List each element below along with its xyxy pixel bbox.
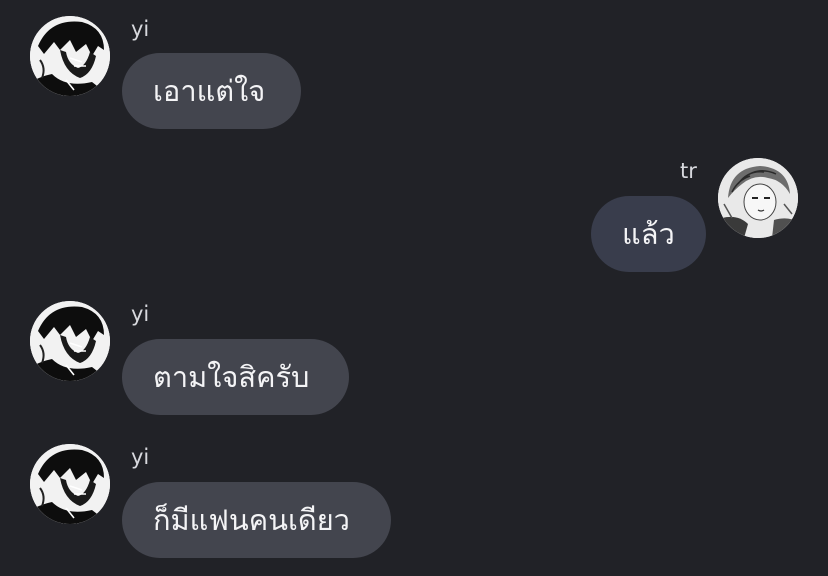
message-incoming: yi เอาแต่ใจ <box>0 0 828 140</box>
manga-avatar-icon <box>30 301 110 381</box>
message-bubble[interactable]: ก็มีแฟนคนเดียว <box>122 482 391 558</box>
sender-name: yi <box>131 302 150 326</box>
avatar[interactable] <box>30 16 110 96</box>
manga-avatar-icon <box>30 444 110 524</box>
message-bubble[interactable]: ตามใจสิครับ <box>122 339 349 415</box>
avatar[interactable] <box>30 301 110 381</box>
avatar[interactable] <box>30 444 110 524</box>
message-bubble[interactable]: เอาแต่ใจ <box>122 53 301 129</box>
manga-avatar-icon <box>30 16 110 96</box>
message-incoming: yi ตามใจสิครับ <box>0 290 828 430</box>
sender-name: yi <box>131 445 150 469</box>
message-bubble[interactable]: แล้ว <box>591 196 706 272</box>
avatar[interactable] <box>718 158 798 238</box>
message-incoming: yi ก็มีแฟนคนเดียว <box>0 430 828 576</box>
chat-thread: yi เอาแต่ใจ tr แล้ว yi ตามใจสิครับ yi ก็… <box>0 0 828 576</box>
message-outgoing: tr แล้ว <box>0 140 828 290</box>
sender-name: tr <box>680 159 697 183</box>
manga-avatar-icon <box>718 158 798 238</box>
sender-name: yi <box>131 17 150 41</box>
